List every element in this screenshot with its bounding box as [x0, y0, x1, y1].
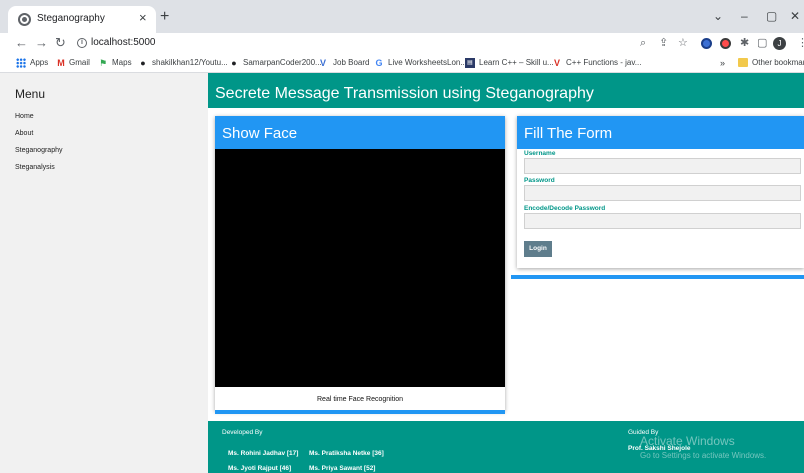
page: Steganography × + ⌄ – ▢ ✕ ← → ↻ i localh…	[0, 0, 804, 473]
bookmark-maps[interactable]: Maps	[112, 58, 132, 68]
apps-grid-icon	[16, 58, 26, 68]
close-window-icon[interactable]: ✕	[790, 10, 800, 22]
address-bar[interactable]: localhost:5000	[91, 37, 156, 48]
sidebar-item-about[interactable]: About	[15, 130, 33, 137]
developer-name: Ms. Priya Sawant [52]	[309, 465, 376, 472]
bookmark-apps[interactable]: Apps	[30, 58, 48, 68]
share-icon[interactable]: ⇪	[659, 37, 668, 49]
encode-decode-password-label: Encode/Decode Password	[524, 205, 606, 212]
extensions-puzzle-icon[interactable]: ✱	[740, 37, 749, 49]
gmail-icon: M	[57, 58, 65, 68]
browser-tab[interactable]: Steganography ×	[8, 6, 156, 33]
tab-close-icon[interactable]: ×	[139, 10, 147, 25]
password-input[interactable]	[524, 185, 801, 201]
bookmarks-overflow-icon[interactable]: »	[720, 58, 725, 68]
site-info-icon[interactable]: i	[77, 38, 87, 48]
vue-icon: V	[319, 58, 326, 68]
encode-decode-password-input[interactable]	[524, 213, 801, 229]
show-face-card-footer-strip	[215, 410, 505, 414]
github-icon: ●	[140, 58, 146, 68]
back-icon[interactable]: ←	[15, 36, 28, 50]
sidebar-item-steganography[interactable]: Steganography	[15, 147, 62, 154]
other-bookmarks[interactable]: Other bookmarks	[752, 58, 804, 68]
bookmark-cpp-functions[interactable]: C++ Functions - jav...	[566, 58, 641, 68]
bookmark-shakilkhan[interactable]: shakilkhan12/Youtu...	[152, 58, 228, 68]
form-title: Fill The Form	[524, 125, 613, 142]
extension-blue-icon[interactable]	[701, 38, 712, 49]
developer-name: Ms. Rohini Jadhav [17]	[228, 450, 299, 457]
bookmark-gmail[interactable]: Gmail	[69, 58, 90, 68]
form-card-footer-strip	[511, 275, 804, 279]
password-label: Password	[524, 177, 555, 184]
zoom-icon[interactable]: ⌕	[640, 37, 646, 49]
bookmark-learn-cpp[interactable]: Learn C++ – Skill u...	[479, 58, 554, 68]
bookmark-samarpancoder[interactable]: SamarpanCoder200...	[243, 58, 322, 68]
bookmark-live-worksheets[interactable]: Live WorksheetsLon...	[388, 58, 467, 68]
forward-icon[interactable]: →	[35, 36, 48, 50]
maximize-icon[interactable]: ▢	[766, 10, 777, 22]
username-input[interactable]	[524, 158, 801, 174]
activate-windows-watermark: Activate Windows	[640, 434, 735, 448]
new-tab-icon[interactable]: +	[160, 9, 169, 25]
extension-red-icon[interactable]	[720, 38, 731, 49]
username-label: Username	[524, 150, 556, 157]
developer-name: Ms. Pratiksha Netke [36]	[309, 450, 384, 457]
sidebar-item-home[interactable]: Home	[15, 113, 34, 120]
minimize-icon[interactable]: –	[741, 10, 748, 22]
bookmark-star-icon[interactable]: ☆	[678, 37, 688, 49]
learn-cpp-icon: ▤	[465, 58, 475, 68]
more-menu-icon[interactable]: ⋮	[797, 37, 804, 49]
tab-title: Steganography	[37, 13, 105, 24]
maps-icon: ⚑	[98, 58, 108, 68]
side-panel-icon[interactable]: ▢	[757, 37, 767, 49]
reload-icon[interactable]: ↻	[55, 36, 66, 50]
sidebar-title: Menu	[15, 87, 46, 101]
tab-search-icon[interactable]: ⌄	[713, 10, 723, 22]
google-icon: G	[375, 58, 383, 68]
sidebar-item-steganalysis[interactable]: Steganalysis	[15, 164, 55, 171]
login-button[interactable]: Login	[524, 241, 552, 257]
face-recognition-caption: Real time Face Recognition	[317, 396, 403, 403]
bookmark-job-board[interactable]: Job Board	[333, 58, 369, 68]
show-face-title: Show Face	[222, 125, 298, 142]
activate-windows-hint: Go to Settings to activate Windows.	[640, 451, 767, 460]
github-icon: ●	[231, 58, 237, 68]
developed-by-label: Developed By	[222, 429, 263, 436]
profile-avatar[interactable]: J	[773, 37, 786, 50]
folder-icon	[738, 58, 748, 67]
developer-name: Ms. Jyoti Rajput [46]	[228, 465, 292, 472]
vue-red-icon: V	[553, 58, 560, 68]
face-video-feed	[215, 149, 505, 387]
page-title: Secrete Message Transmission using Stega…	[215, 85, 594, 102]
steganography-favicon-icon	[18, 13, 31, 26]
